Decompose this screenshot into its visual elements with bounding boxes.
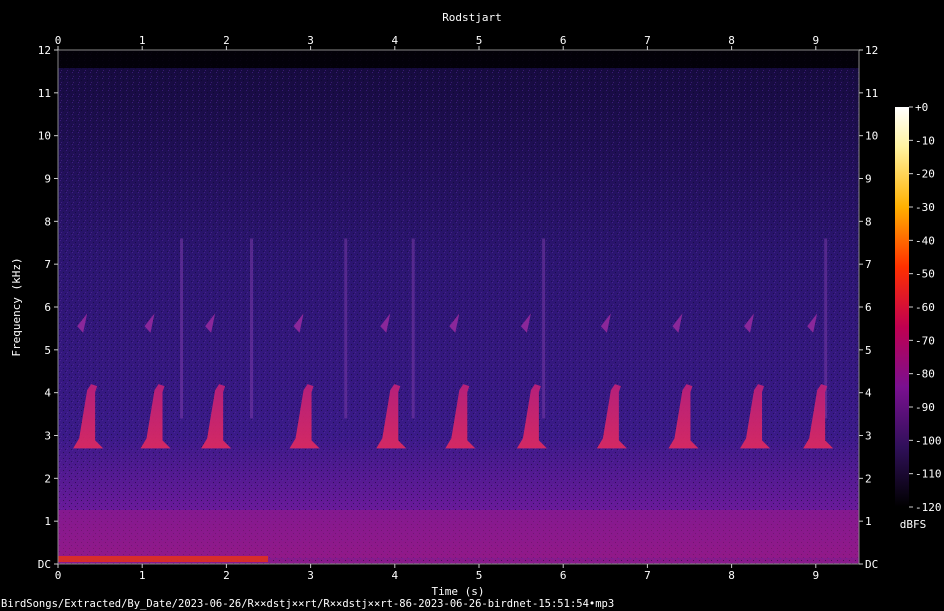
y-tick-left-label: 10 <box>38 130 51 143</box>
x-tick-bottom-label: 1 <box>139 569 146 582</box>
y-tick-right-label: 3 <box>865 430 872 443</box>
x-tick-bottom-label: 4 <box>391 569 398 582</box>
colorbar-ticks: +0 -10 -20 -30 -40 -50 -60 -70 -80 -90 -100 -110 -12… <box>909 101 942 514</box>
y-axis-label: Frequency (kHz) <box>10 257 23 356</box>
x-tick-top-label: 8 <box>728 34 735 47</box>
x-tick-top-label: 9 <box>812 34 819 47</box>
colorbar-label: dBFS <box>900 518 927 531</box>
x-tick-top-label: 6 <box>560 34 567 47</box>
x-tick-top-label: 2 <box>223 34 230 47</box>
footer-path: BirdSongs/Extracted/By_Date/2023-06-26/R… <box>1 598 614 610</box>
vertical-streak <box>542 238 546 419</box>
colorbar-tick-label: -90 <box>915 401 935 414</box>
colorbar-tick-label: -100 <box>915 434 942 447</box>
x-tick-bottom-label: 2 <box>223 569 230 582</box>
x-tick-bottom-label: 7 <box>644 569 651 582</box>
x-tick-bottom-label: 5 <box>476 569 483 582</box>
x-tick-top-label: 5 <box>476 34 483 47</box>
plot-noise <box>58 50 859 564</box>
dc-band <box>58 556 268 562</box>
y-tick-left-label: 1 <box>44 515 51 528</box>
x-tick-top-label: 4 <box>391 34 398 47</box>
x-tick-bottom-label: 9 <box>812 569 819 582</box>
y-tick-right-label: 6 <box>865 301 872 314</box>
colorbar-tick-label: -10 <box>915 134 935 147</box>
y-tick-left-label: DC <box>38 558 51 571</box>
colorbar-tick-label: -60 <box>915 301 935 314</box>
colorbar-tick-label: +0 <box>915 101 928 114</box>
y-tick-left-label: 12 <box>38 44 51 57</box>
y-tick-left-label: 3 <box>44 430 51 443</box>
y-tick-right-label: DC <box>865 558 878 571</box>
y-tick-right-label: 9 <box>865 173 872 186</box>
low-freq-band <box>58 510 859 558</box>
vertical-streak <box>411 238 415 419</box>
y-tick-left-label: 2 <box>44 472 51 485</box>
y-tick-right-label: 1 <box>865 515 872 528</box>
x-tick-top-label: 3 <box>307 34 314 47</box>
colorbar <box>895 107 909 507</box>
y-tick-left-label: 11 <box>38 87 51 100</box>
colorbar-tick-label: -40 <box>915 234 935 247</box>
y-tick-right-label: 5 <box>865 344 872 357</box>
x-tick-bottom-label: 8 <box>728 569 735 582</box>
colorbar-tick-label: -110 <box>915 468 942 481</box>
vertical-streak <box>180 238 184 419</box>
colorbar-tick-label: -50 <box>915 268 935 281</box>
y-tick-right-label: 10 <box>865 130 878 143</box>
y-tick-right-label: 7 <box>865 258 872 271</box>
y-tick-right-label: 4 <box>865 387 872 400</box>
colorbar-tick-label: -80 <box>915 368 935 381</box>
x-tick-bottom-label: 0 <box>55 569 62 582</box>
x-tick-bottom-label: 3 <box>307 569 314 582</box>
spectrogram-chart: 00112233445566778899 DC DC1 12 23 34 45 56 67 78… <box>1 11 942 610</box>
colorbar-tick-label: -70 <box>915 334 935 347</box>
y-tick-left-label: 8 <box>44 215 51 228</box>
x-tick-top-label: 7 <box>644 34 651 47</box>
x-tick-top-label: 0 <box>55 34 62 47</box>
y-tick-left-label: 9 <box>44 173 51 186</box>
y-tick-left-label: 5 <box>44 344 51 357</box>
x-tick-bottom-label: 6 <box>560 569 567 582</box>
x-tick-top-label: 1 <box>139 34 146 47</box>
vertical-streak <box>344 238 348 419</box>
y-tick-left-label: 6 <box>44 301 51 314</box>
colorbar-tick-label: -20 <box>915 168 935 181</box>
x-axis-label: Time (s) <box>432 585 485 598</box>
y-tick-left-label: 4 <box>44 387 51 400</box>
y-tick-right-label: 11 <box>865 87 878 100</box>
top-dark-band <box>58 50 859 68</box>
colorbar-tick-label: -30 <box>915 201 935 214</box>
y-tick-left-label: 7 <box>44 258 51 271</box>
y-tick-right-label: 12 <box>865 44 878 57</box>
y-tick-right-label: 8 <box>865 215 872 228</box>
chart-title: Rodstjart <box>442 11 502 24</box>
vertical-streak <box>249 238 253 419</box>
colorbar-tick-label: -120 <box>915 501 942 514</box>
y-tick-right-label: 2 <box>865 472 872 485</box>
